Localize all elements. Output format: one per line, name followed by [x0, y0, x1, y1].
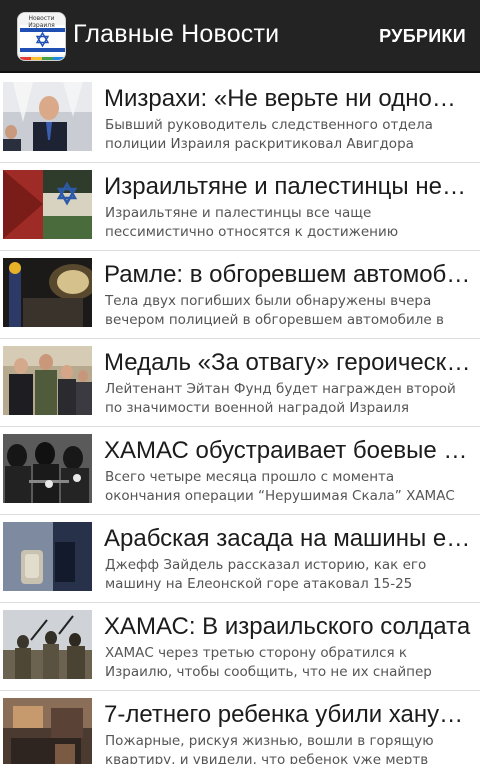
article-summary: Израильтяне и палестинцы все чаще пессим…	[105, 204, 475, 242]
summary-line: Джефф Зайдель рассказал историю, как его	[105, 557, 427, 573]
news-item[interactable]: ХАМАС обустраивает боевые позиции Всего …	[0, 427, 480, 515]
militants-photo	[3, 434, 92, 503]
article-summary: ХАМАС через третью сторону обратился к И…	[105, 644, 475, 682]
summary-line: Израильтяне и палестинцы все чаще	[105, 205, 372, 221]
news-item[interactable]: ХАМАС: В израильского солдата ХАМАС чере…	[0, 603, 480, 691]
app-icon-caption: Новости Израиля	[28, 15, 55, 29]
article-headline: Рамле: в обгоревшем автомобиле	[104, 261, 472, 288]
summary-line: вечером полицией в обгоревшем автомобиле…	[105, 312, 444, 328]
article-headline: ХАМАС: В израильского солдата	[104, 613, 471, 640]
news-item[interactable]: Медаль «За отвагу» героическому Лейтенан…	[0, 339, 480, 427]
news-item[interactable]: Мизрахи: «Не верьте ни одному слову Бывш…	[0, 75, 480, 163]
news-item[interactable]: 7-летнего ребенка убили хануккальные Пож…	[0, 691, 480, 764]
article-summary: Всего четыре месяца прошло с момента око…	[105, 468, 475, 506]
article-headline: Мизрахи: «Не верьте ни одному слову	[104, 85, 472, 112]
app-logo-icon[interactable]: Новости Израиля	[17, 12, 66, 61]
summary-line: Бывший руководитель следственного отдела	[105, 117, 433, 133]
news-item[interactable]: Израильтяне и палестинцы не верят Израил…	[0, 163, 480, 251]
article-summary: Лейтенант Эйтан Фунд будет награжден вто…	[105, 380, 475, 418]
gunmen-photo	[3, 610, 92, 679]
summary-line: Тела двух погибших были обнаружены вчера	[105, 293, 432, 309]
article-summary: Тела двух погибших были обнаружены вчера…	[105, 292, 475, 330]
burned-car-photo	[3, 258, 92, 327]
categories-button[interactable]: РУБРИКИ	[379, 26, 466, 47]
summary-line: полиции Израиля раскритиковал Авигдора	[105, 136, 414, 152]
article-summary: Джефф Зайдель рассказал историю, как его…	[105, 556, 475, 594]
news-item[interactable]: Арабская засада на машины евреев Джефф З…	[0, 515, 480, 603]
app-title: Главные Новости	[73, 20, 280, 48]
article-headline: Медаль «За отвагу» героическому	[104, 349, 472, 376]
news-list[interactable]: Мизрахи: «Не верьте ни одному слову Бывш…	[0, 75, 480, 764]
stones-photo	[3, 522, 92, 591]
summary-line: квартиру, и увидели, что ребенок уже мер…	[105, 752, 429, 764]
officers-photo	[3, 346, 92, 415]
article-headline: 7-летнего ребенка убили хануккальные	[104, 701, 472, 728]
summary-line: машину на Елеонской горе атаковал 15-25	[105, 576, 413, 592]
summary-line: ХАМАС через третью сторону обратился к	[105, 645, 408, 661]
summary-line: окончания операции “Нерушимая Скала” ХАМ…	[105, 488, 455, 504]
summary-line: пессимистично относятся к достижению	[105, 224, 399, 240]
article-headline: Израильтяне и палестинцы не верят	[104, 173, 472, 200]
article-headline: Арабская засада на машины евреев	[104, 525, 472, 552]
news-item[interactable]: Рамле: в обгоревшем автомобиле Тела двух…	[0, 251, 480, 339]
summary-line: Пожарные, рискуя жизнью, вошли в горящую	[105, 733, 434, 749]
politician-photo	[3, 82, 92, 151]
article-summary: Пожарные, рискуя жизнью, вошли в горящую…	[105, 732, 475, 764]
article-headline: ХАМАС обустраивает боевые позиции	[104, 437, 472, 464]
fire-photo	[3, 698, 92, 764]
summary-line: Израилю, чтобы сообщить, что не их снайп…	[105, 664, 432, 680]
article-summary: Бывший руководитель следственного отдела…	[105, 116, 475, 154]
flags-photo	[3, 170, 92, 239]
summary-line: по значимости военной наградой Израиля	[105, 400, 410, 416]
summary-line: Всего четыре месяца прошло с момента	[105, 469, 395, 485]
app-bar: Новости Израиля Главные Новости РУБРИКИ	[0, 0, 480, 73]
summary-line: Лейтенант Эйтан Фунд будет награжден вто…	[105, 381, 456, 397]
